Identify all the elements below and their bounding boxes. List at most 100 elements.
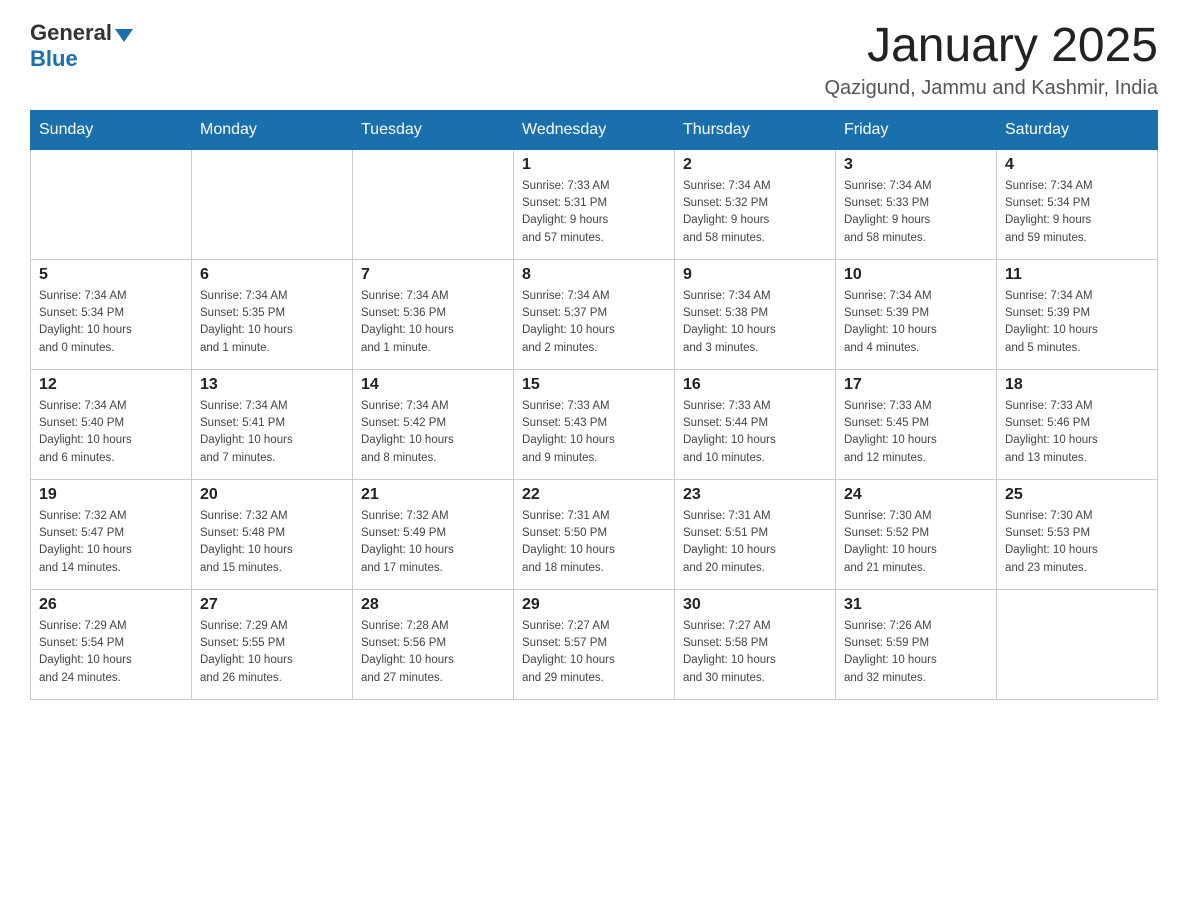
calendar-cell: 3 Sunrise: 7:34 AMSunset: 5:33 PMDaylight… — [836, 149, 997, 259]
logo: General Blue — [30, 20, 133, 72]
day-info: Sunrise: 7:34 AMSunset: 5:32 PMDaylight:… — [683, 178, 827, 247]
day-number: 13 — [200, 376, 344, 394]
day-number: 2 — [683, 156, 827, 174]
day-info: Sunrise: 7:34 AMSunset: 5:40 PMDaylight:… — [39, 398, 183, 467]
calendar-cell: 22 Sunrise: 7:31 AMSunset: 5:50 PMDayligh… — [514, 479, 675, 589]
calendar-cell: 31 Sunrise: 7:26 AMSunset: 5:59 PMDayligh… — [836, 589, 997, 699]
calendar-week-row: 5 Sunrise: 7:34 AMSunset: 5:34 PMDaylight… — [31, 259, 1158, 369]
day-info: Sunrise: 7:33 AMSunset: 5:31 PMDaylight:… — [522, 178, 666, 247]
day-number: 14 — [361, 376, 505, 394]
calendar-cell: 11 Sunrise: 7:34 AMSunset: 5:39 PMDayligh… — [997, 259, 1158, 369]
day-info: Sunrise: 7:34 AMSunset: 5:42 PMDaylight:… — [361, 398, 505, 467]
calendar-cell: 1 Sunrise: 7:33 AMSunset: 5:31 PMDaylight… — [514, 149, 675, 259]
day-number: 18 — [1005, 376, 1149, 394]
logo-general-text: General — [30, 20, 112, 46]
calendar-header-sunday: Sunday — [31, 110, 192, 149]
day-info: Sunrise: 7:34 AMSunset: 5:36 PMDaylight:… — [361, 288, 505, 357]
day-number: 20 — [200, 486, 344, 504]
day-info: Sunrise: 7:34 AMSunset: 5:38 PMDaylight:… — [683, 288, 827, 357]
calendar-cell: 13Sunrise: 7:34 AMSunset: 5:41 PMDayligh… — [192, 369, 353, 479]
day-info: Sunrise: 7:34 AMSunset: 5:33 PMDaylight:… — [844, 178, 988, 247]
day-info: Sunrise: 7:32 AMSunset: 5:47 PMDaylight:… — [39, 508, 183, 577]
day-info: Sunrise: 7:27 AMSunset: 5:58 PMDaylight:… — [683, 618, 827, 687]
day-number: 15 — [522, 376, 666, 394]
day-info: Sunrise: 7:27 AMSunset: 5:57 PMDaylight:… — [522, 618, 666, 687]
day-number: 28 — [361, 596, 505, 614]
calendar-cell — [31, 149, 192, 259]
calendar-header-row: SundayMondayTuesdayWednesdayThursdayFrid… — [31, 110, 1158, 149]
calendar-cell — [192, 149, 353, 259]
day-info: Sunrise: 7:32 AMSunset: 5:48 PMDaylight:… — [200, 508, 344, 577]
calendar-cell: 16Sunrise: 7:33 AMSunset: 5:44 PMDayligh… — [675, 369, 836, 479]
day-number: 23 — [683, 486, 827, 504]
calendar-cell: 18 Sunrise: 7:33 AMSunset: 5:46 PMDayligh… — [997, 369, 1158, 479]
day-number: 5 — [39, 266, 183, 284]
calendar-cell: 24 Sunrise: 7:30 AMSunset: 5:52 PMDayligh… — [836, 479, 997, 589]
location-title: Qazigund, Jammu and Kashmir, India — [824, 77, 1158, 100]
day-number: 8 — [522, 266, 666, 284]
calendar-cell — [997, 589, 1158, 699]
calendar-cell: 2 Sunrise: 7:34 AMSunset: 5:32 PMDaylight… — [675, 149, 836, 259]
day-number: 3 — [844, 156, 988, 174]
day-info: Sunrise: 7:31 AMSunset: 5:50 PMDaylight:… — [522, 508, 666, 577]
day-info: Sunrise: 7:34 AMSunset: 5:39 PMDaylight:… — [1005, 288, 1149, 357]
logo-blue-text: Blue — [30, 46, 78, 72]
day-number: 26 — [39, 596, 183, 614]
day-info: Sunrise: 7:34 AMSunset: 5:34 PMDaylight:… — [1005, 178, 1149, 247]
day-number: 10 — [844, 266, 988, 284]
day-info: Sunrise: 7:32 AMSunset: 5:49 PMDaylight:… — [361, 508, 505, 577]
day-info: Sunrise: 7:31 AMSunset: 5:51 PMDaylight:… — [683, 508, 827, 577]
day-info: Sunrise: 7:33 AMSunset: 5:46 PMDaylight:… — [1005, 398, 1149, 467]
day-info: Sunrise: 7:29 AMSunset: 5:54 PMDaylight:… — [39, 618, 183, 687]
day-number: 31 — [844, 596, 988, 614]
calendar-cell: 4Sunrise: 7:34 AMSunset: 5:34 PMDaylight… — [997, 149, 1158, 259]
calendar-cell: 25 Sunrise: 7:30 AMSunset: 5:53 PMDayligh… — [997, 479, 1158, 589]
calendar-cell: 8 Sunrise: 7:34 AMSunset: 5:37 PMDaylight… — [514, 259, 675, 369]
calendar-cell: 26 Sunrise: 7:29 AMSunset: 5:54 PMDayligh… — [31, 589, 192, 699]
day-info: Sunrise: 7:34 AMSunset: 5:37 PMDaylight:… — [522, 288, 666, 357]
calendar-cell: 23 Sunrise: 7:31 AMSunset: 5:51 PMDayligh… — [675, 479, 836, 589]
calendar-cell: 27Sunrise: 7:29 AMSunset: 5:55 PMDayligh… — [192, 589, 353, 699]
calendar-cell: 12 Sunrise: 7:34 AMSunset: 5:40 PMDayligh… — [31, 369, 192, 479]
day-number: 21 — [361, 486, 505, 504]
calendar-cell: 14 Sunrise: 7:34 AMSunset: 5:42 PMDayligh… — [353, 369, 514, 479]
calendar-header-monday: Monday — [192, 110, 353, 149]
day-number: 7 — [361, 266, 505, 284]
day-number: 25 — [1005, 486, 1149, 504]
day-info: Sunrise: 7:30 AMSunset: 5:53 PMDaylight:… — [1005, 508, 1149, 577]
calendar-cell: 7 Sunrise: 7:34 AMSunset: 5:36 PMDaylight… — [353, 259, 514, 369]
day-number: 1 — [522, 156, 666, 174]
day-number: 16 — [683, 376, 827, 394]
day-info: Sunrise: 7:34 AMSunset: 5:39 PMDaylight:… — [844, 288, 988, 357]
calendar-cell — [353, 149, 514, 259]
calendar-cell: 6Sunrise: 7:34 AMSunset: 5:35 PMDaylight… — [192, 259, 353, 369]
day-info: Sunrise: 7:33 AMSunset: 5:43 PMDaylight:… — [522, 398, 666, 467]
day-info: Sunrise: 7:26 AMSunset: 5:59 PMDaylight:… — [844, 618, 988, 687]
day-info: Sunrise: 7:33 AMSunset: 5:45 PMDaylight:… — [844, 398, 988, 467]
day-number: 12 — [39, 376, 183, 394]
day-info: Sunrise: 7:30 AMSunset: 5:52 PMDaylight:… — [844, 508, 988, 577]
calendar-cell: 15 Sunrise: 7:33 AMSunset: 5:43 PMDayligh… — [514, 369, 675, 479]
calendar-cell: 5 Sunrise: 7:34 AMSunset: 5:34 PMDaylight… — [31, 259, 192, 369]
day-number: 22 — [522, 486, 666, 504]
day-info: Sunrise: 7:34 AMSunset: 5:35 PMDaylight:… — [200, 288, 344, 357]
day-number: 24 — [844, 486, 988, 504]
title-section: January 2025 Qazigund, Jammu and Kashmir… — [824, 20, 1158, 100]
calendar-header-wednesday: Wednesday — [514, 110, 675, 149]
calendar-cell: 28 Sunrise: 7:28 AMSunset: 5:56 PMDayligh… — [353, 589, 514, 699]
calendar-cell: 20 Sunrise: 7:32 AMSunset: 5:48 PMDayligh… — [192, 479, 353, 589]
calendar-cell: 30Sunrise: 7:27 AMSunset: 5:58 PMDayligh… — [675, 589, 836, 699]
month-title: January 2025 — [824, 20, 1158, 73]
day-info: Sunrise: 7:29 AMSunset: 5:55 PMDaylight:… — [200, 618, 344, 687]
day-number: 11 — [1005, 266, 1149, 284]
calendar-cell: 9 Sunrise: 7:34 AMSunset: 5:38 PMDaylight… — [675, 259, 836, 369]
day-info: Sunrise: 7:34 AMSunset: 5:34 PMDaylight:… — [39, 288, 183, 357]
day-number: 9 — [683, 266, 827, 284]
calendar-cell: 29 Sunrise: 7:27 AMSunset: 5:57 PMDayligh… — [514, 589, 675, 699]
day-number: 29 — [522, 596, 666, 614]
calendar-header-saturday: Saturday — [997, 110, 1158, 149]
calendar-week-row: 19Sunrise: 7:32 AMSunset: 5:47 PMDayligh… — [31, 479, 1158, 589]
calendar-week-row: 12 Sunrise: 7:34 AMSunset: 5:40 PMDayligh… — [31, 369, 1158, 479]
calendar-cell: 17Sunrise: 7:33 AMSunset: 5:45 PMDayligh… — [836, 369, 997, 479]
day-info: Sunrise: 7:28 AMSunset: 5:56 PMDaylight:… — [361, 618, 505, 687]
